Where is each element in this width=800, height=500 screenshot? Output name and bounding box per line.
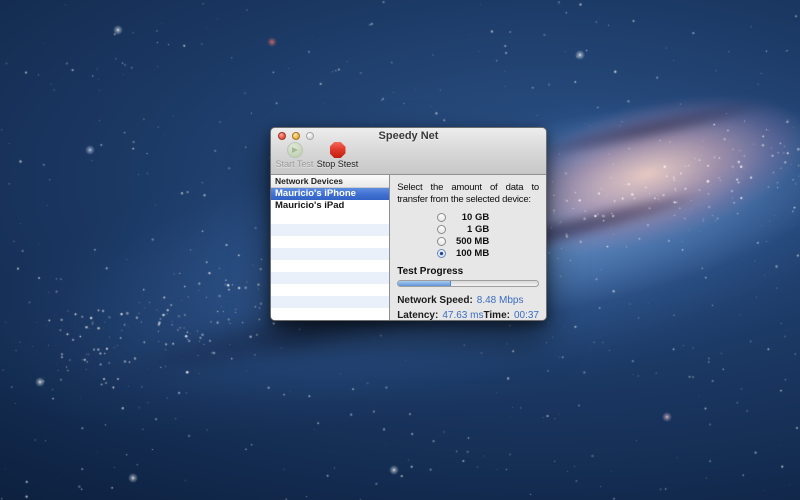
time-value: 00:37 [514,310,539,320]
device-row-iphone[interactable]: Mauricio's iPhone [271,188,389,200]
window-controls [278,132,314,140]
title-bar[interactable]: Speedy Net Start Test Stop Stest [271,128,546,175]
radio-option-100mb[interactable]: 100 MB [397,248,539,260]
toolbar: Start Test Stop Stest [273,142,359,169]
latency-value: 47.63 ms [442,310,483,320]
window-content: Network Devices Mauricio's iPhone Mauric… [271,175,546,320]
radio-option-500mb[interactable]: 500 MB [397,235,539,247]
minimize-button[interactable] [292,132,300,140]
stop-icon [330,142,346,158]
latency-label: Latency: [397,310,438,320]
device-list: Network Devices Mauricio's iPhone Mauric… [271,175,390,320]
stop-test-button[interactable]: Stop Stest [316,142,359,169]
empty-list-rows [271,212,389,320]
play-icon [287,142,303,158]
radio-icon[interactable] [437,225,446,234]
radio-option-10gb[interactable]: 10 GB [397,211,539,223]
progress-fill [398,281,451,286]
network-speed-label: Network Speed: [397,295,473,306]
radio-icon[interactable] [437,213,446,222]
radio-icon[interactable] [437,249,446,258]
desktop: Speedy Net Start Test Stop Stest Network… [0,0,800,500]
device-list-header: Network Devices [271,175,389,188]
zoom-button[interactable] [306,132,314,140]
start-test-button[interactable]: Start Test [273,142,316,169]
progress-bar [397,280,539,287]
data-amount-group: 10 GB 1 GB 500 MB 100 MB [397,211,539,260]
progress-label: Test Progress [397,266,539,277]
settings-panel: Select the amount of data to transfer fr… [390,175,546,320]
stats: Network Speed: 8.48 Mbps Latency: 47.63 … [397,295,539,320]
close-button[interactable] [278,132,286,140]
radio-option-1gb[interactable]: 1 GB [397,223,539,235]
app-window: Speedy Net Start Test Stop Stest Network… [270,127,547,321]
radio-icon[interactable] [437,237,446,246]
time-label: Time: [483,310,510,320]
network-speed-value: 8.48 Mbps [477,295,524,306]
instruction-text: Select the amount of data to transfer fr… [397,182,539,206]
device-row-ipad[interactable]: Mauricio's iPad [271,200,389,212]
